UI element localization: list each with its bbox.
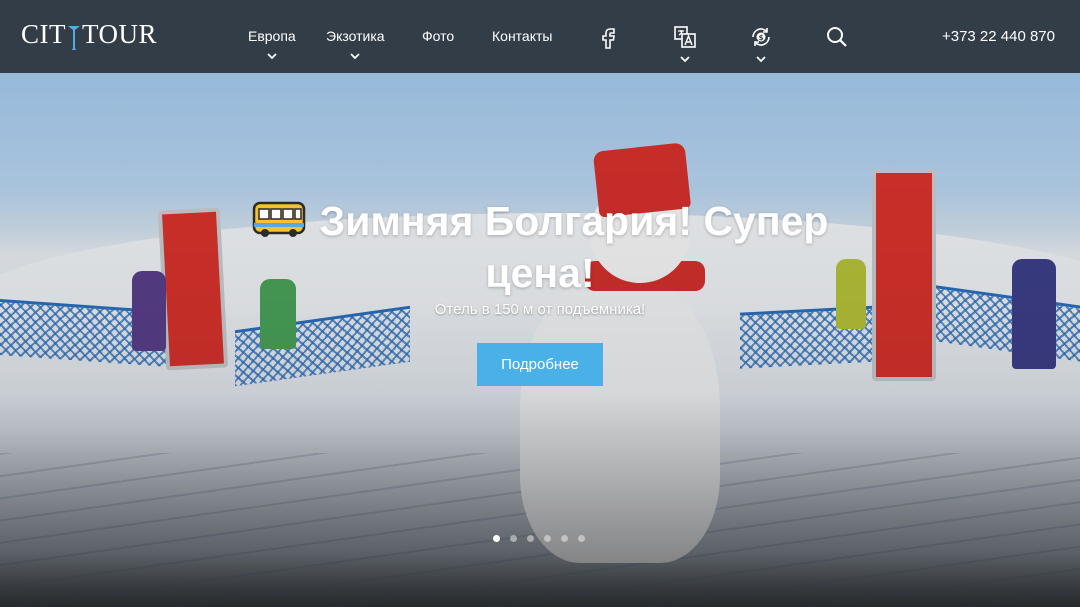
- slider-dot[interactable]: [578, 535, 585, 542]
- nav-item-contacts[interactable]: Контакты: [492, 28, 552, 44]
- chevron-down-icon: [350, 53, 360, 60]
- nav-item-label: Экзотика: [326, 28, 385, 44]
- site-header: CIT TOUR Европа Экзотика Фото Контакты $…: [0, 0, 1080, 73]
- language-switcher[interactable]: [673, 25, 697, 63]
- nav-item-europe[interactable]: Европа: [248, 28, 296, 60]
- nav-item-label: Европа: [248, 28, 296, 44]
- nav-item-label: Контакты: [492, 28, 553, 44]
- logo-text-right: TOUR: [82, 19, 158, 49]
- slider-dot[interactable]: [561, 535, 568, 542]
- logo-text-left: CIT: [21, 19, 66, 49]
- hero-title-block: Зимняя Болгария! Супер цена!: [240, 195, 840, 299]
- site-logo[interactable]: CIT TOUR: [21, 19, 158, 50]
- eiffel-tower-icon: [68, 26, 80, 50]
- facebook-link[interactable]: [597, 25, 621, 49]
- chevron-down-icon: [756, 56, 766, 63]
- slider-dot[interactable]: [493, 535, 500, 542]
- bus-icon: [252, 201, 305, 237]
- currency-icon: $: [752, 28, 770, 46]
- slider-dot[interactable]: [527, 535, 534, 542]
- translate-icon: [674, 26, 696, 48]
- nav-item-label: Фото: [422, 28, 455, 44]
- currency-switcher[interactable]: $: [749, 25, 773, 63]
- chevron-down-icon: [680, 56, 690, 63]
- slider-pagination: [493, 535, 585, 543]
- search-icon: [827, 27, 847, 47]
- nav-item-photo[interactable]: Фото: [422, 28, 454, 44]
- phone-number[interactable]: +373 22 440 870: [942, 28, 1055, 45]
- svg-text:$: $: [759, 34, 764, 42]
- more-details-button[interactable]: Подробнее: [477, 343, 603, 386]
- chevron-down-icon: [267, 53, 277, 60]
- hero-slider: Зимняя Болгария! Супер цена! Отель в 150…: [0, 73, 1080, 607]
- nav-item-exotic[interactable]: Экзотика: [326, 28, 385, 60]
- hero-dark-overlay: [0, 73, 1080, 607]
- facebook-icon: [602, 28, 615, 49]
- hero-title: Зимняя Болгария! Супер цена!: [319, 198, 829, 296]
- hero-subtitle: Отель в 150 м от подъемника!: [434, 301, 646, 318]
- search-button[interactable]: [825, 25, 849, 49]
- slider-dot[interactable]: [510, 535, 517, 542]
- slider-dot[interactable]: [544, 535, 551, 542]
